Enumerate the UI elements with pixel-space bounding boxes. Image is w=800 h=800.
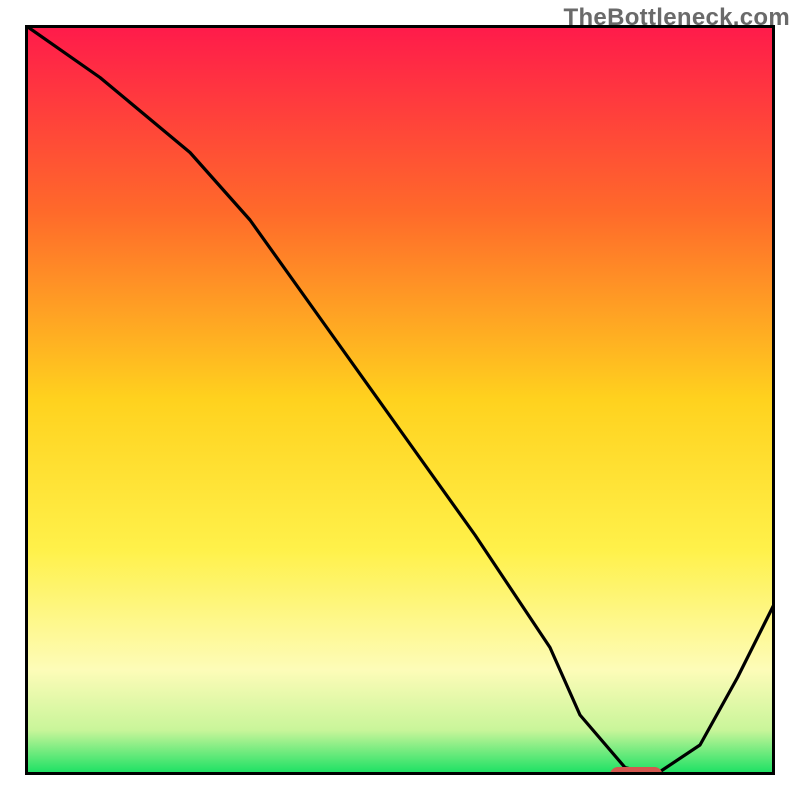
gradient-background xyxy=(25,25,775,775)
chart-svg xyxy=(25,25,775,775)
chart-container: TheBottleneck.com xyxy=(0,0,800,800)
watermark-text: TheBottleneck.com xyxy=(564,4,790,32)
bottleneck-chart xyxy=(25,25,775,775)
